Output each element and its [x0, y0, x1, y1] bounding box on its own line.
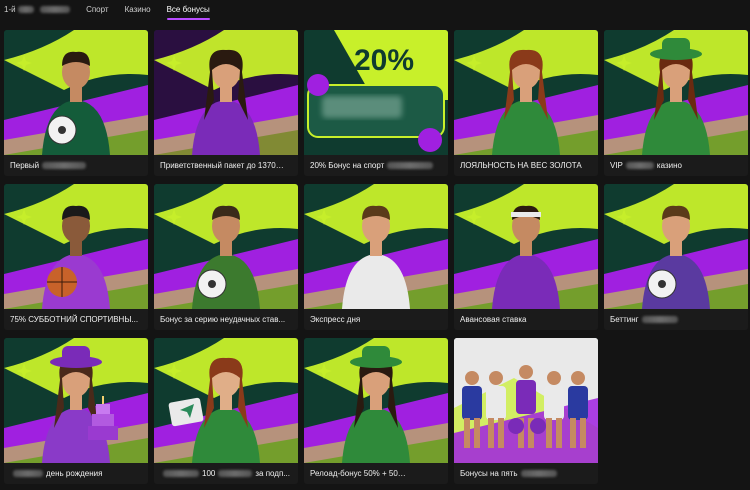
bonus-card-title: Экспресс дня — [304, 309, 448, 330]
caption-text: 20% Бонус на спорт — [310, 161, 385, 170]
bonus-card[interactable]: Первый — [4, 30, 148, 176]
bonus-card-image — [454, 30, 598, 155]
caption-text: Бонус за серию неудачных став... — [160, 315, 286, 324]
bonus-card-image — [4, 30, 148, 155]
tab-sport-label: Спорт — [86, 5, 109, 14]
blurred-text — [641, 316, 678, 324]
bonus-card-title: Релоад-бонус 50% + 50 — [304, 463, 448, 484]
bonus-card[interactable]: Экспресс дня — [304, 184, 448, 330]
woman-in-purple-illustration — [154, 30, 298, 155]
birthday-cake-woman-illustration — [4, 338, 148, 463]
footballer-purple-kit-illustration — [604, 184, 748, 309]
caption-text: Бонусы на пять — [460, 469, 518, 478]
blurred-text — [13, 470, 43, 478]
bonus-card[interactable]: день рождения — [4, 338, 148, 484]
footballer-with-ball-illustration — [4, 30, 148, 155]
footballer-green-kit-illustration — [304, 184, 448, 309]
caption-text: Экспресс дня — [310, 315, 361, 324]
bonus-card-image — [154, 30, 298, 155]
man-in-green-jacket-illustration — [154, 184, 298, 309]
caption-text: Релоад-бонус 50% + 50 — [310, 469, 398, 478]
bonus-card-image — [154, 338, 298, 463]
bonus-card[interactable]: Бонус за серию неудачных став... — [154, 184, 298, 330]
woman-with-cards-illustration — [304, 338, 448, 463]
bonus-card[interactable]: 20% 20% Бонус на спорт — [304, 30, 448, 176]
bonus-card-title: Авансовая ставка — [454, 309, 598, 330]
bonus-card-image — [154, 184, 298, 309]
blurred-text — [17, 6, 34, 14]
tennis-player-illustration — [454, 184, 598, 309]
tab-first-label: 1-й — [4, 5, 16, 14]
blurred-text — [40, 6, 71, 14]
caption-text: казино — [656, 161, 682, 170]
bonus-card[interactable]: VIP казино — [604, 30, 748, 176]
bonus-card-title: 100 за подп... — [154, 463, 298, 484]
bonus-card[interactable]: 100 за подп... — [154, 338, 298, 484]
caption-text: Авансовая ставка — [460, 315, 527, 324]
bonus-card-image — [304, 184, 448, 309]
caption-text: Беттинг — [610, 315, 639, 324]
bonus-card-image: 20% — [304, 30, 448, 155]
caption-text: Приветственный пакет до 1370 — [160, 161, 276, 170]
caption-text: VIP — [610, 161, 623, 170]
blurred-text — [520, 470, 557, 478]
caption-text: день рождения — [46, 469, 103, 478]
bonus-card-title: ЛОЯЛЬНОСТЬ НА ВЕС ЗОЛОТА — [454, 155, 598, 176]
bonus-card-title: Первый — [4, 155, 148, 176]
bonus-card-image — [4, 338, 148, 463]
bonus-card-title: Бонус за серию неудачных став... — [154, 309, 298, 330]
bonus-card[interactable]: Приветственный пакет до 1370 — [154, 30, 298, 176]
bonus-card-title: день рождения — [4, 463, 148, 484]
tab-sport[interactable]: Спорт — [78, 0, 117, 22]
caption-text: за подп... — [255, 469, 290, 478]
bonus-card[interactable]: ЛОЯЛЬНОСТЬ НА ВЕС ЗОЛОТА — [454, 30, 598, 176]
bonus-card-image — [454, 184, 598, 309]
bonus-card-title: Беттинг — [604, 309, 748, 330]
blurred-text — [387, 162, 434, 170]
tab-first-deposit[interactable]: 1-й — [0, 0, 78, 22]
telegram-woman-illustration — [154, 338, 298, 463]
blurred-text — [400, 470, 441, 478]
bonus-card-title: 20% Бонус на спорт — [304, 155, 448, 176]
bonus-card[interactable]: 75% СУББОТНИЙ СПОРТИВНЫ... — [4, 184, 148, 330]
basketball-player-illustration — [4, 184, 148, 309]
caption-text: Первый — [10, 161, 40, 170]
bonus-grid: Первый Приветственный пакет до 1370 20% 20%… — [4, 30, 748, 484]
bonus-card[interactable]: Бонусы на пять — [454, 338, 598, 484]
woman-in-green-hat-illustration — [604, 30, 748, 155]
tab-all-bonuses-label: Все бонусы — [166, 5, 210, 14]
blurred-text — [625, 162, 654, 170]
bonus-card-title: Бонусы на пять — [454, 463, 598, 484]
blurred-text — [163, 470, 199, 478]
blurred-text — [218, 470, 253, 478]
blurred-text — [42, 162, 87, 170]
bonus-card-title: VIP казино — [604, 155, 748, 176]
bonus-card-title: 75% СУББОТНИЙ СПОРТИВНЫ... — [4, 309, 148, 330]
bonus-card-image — [304, 338, 448, 463]
caption-text: 75% СУББОТНИЙ СПОРТИВНЫ... — [10, 315, 139, 324]
tab-casino-label: Казино — [124, 5, 151, 14]
tab-casino[interactable]: Казино — [117, 0, 159, 22]
bonus-card-image — [4, 184, 148, 309]
caption-text: 100 — [202, 469, 216, 478]
bonus-card-image — [454, 338, 598, 463]
caption-text: ЛОЯЛЬНОСТЬ НА ВЕС ЗОЛОТА — [460, 161, 582, 170]
woman-in-gold-illustration — [454, 30, 598, 155]
tab-all-bonuses[interactable]: Все бонусы — [159, 0, 218, 22]
bonus-card-image — [604, 30, 748, 155]
bonus-card-image — [604, 184, 748, 309]
bonus-card[interactable]: Беттинг — [604, 184, 748, 330]
percent-promo-illustration: 20% — [304, 30, 448, 155]
bonus-card-title: Приветственный пакет до 1370 — [154, 155, 298, 176]
bonus-card[interactable]: Релоад-бонус 50% + 50 — [304, 338, 448, 484]
bonus-card[interactable]: Авансовая ставка — [454, 184, 598, 330]
five-athletes-illustration — [454, 338, 598, 463]
promo-percent: 20% — [354, 44, 414, 77]
bonus-tabs: 1-й Спорт Казино Все бонусы — [0, 0, 750, 22]
